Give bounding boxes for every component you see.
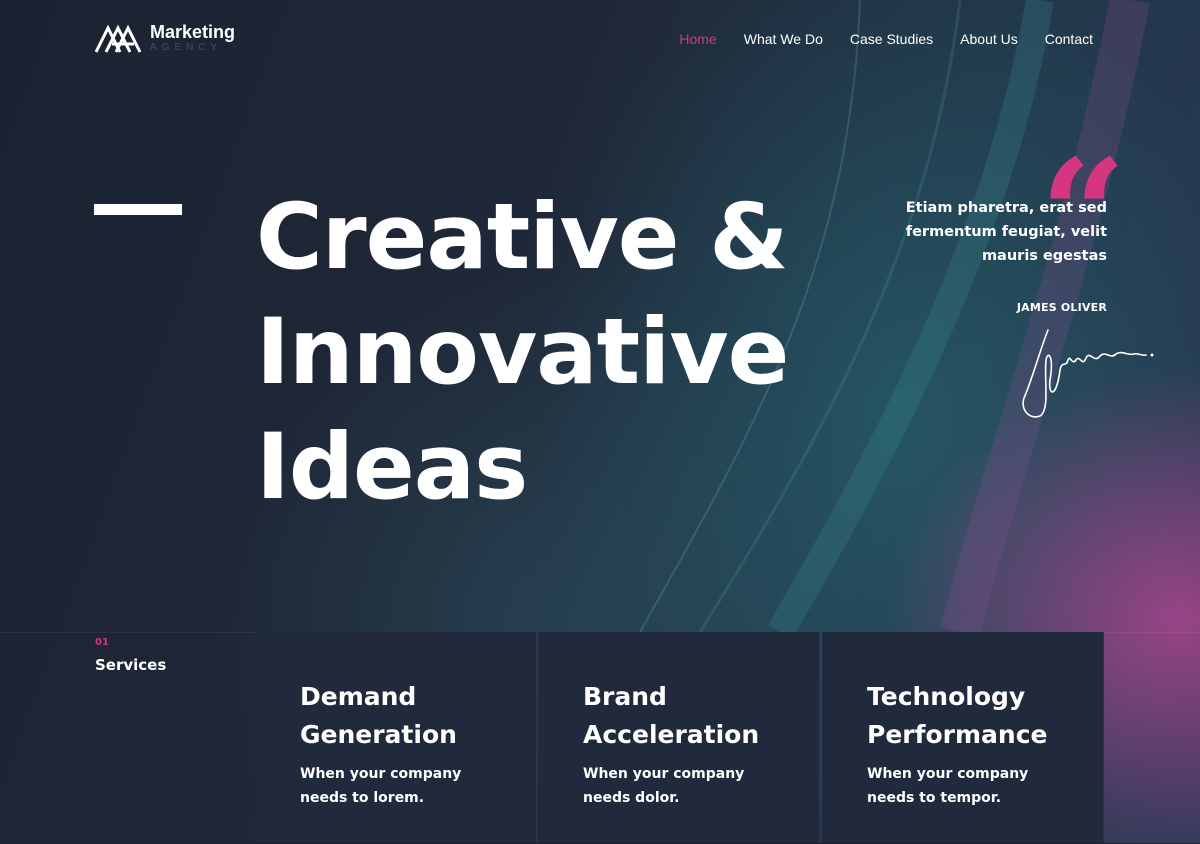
nav-what-we-do[interactable]: What We Do — [744, 30, 823, 48]
service-card-title: Technology Performance — [867, 682, 1048, 749]
nav-contact[interactable]: Contact — [1045, 30, 1093, 48]
logo-icon — [94, 24, 142, 53]
brand-logo[interactable]: Marketing AGENCY — [94, 22, 235, 54]
service-card-description: When your company needs dolor. — [583, 766, 745, 806]
signature-image — [1022, 329, 1154, 418]
service-card-demand-generation[interactable]: Demand Generation When your company need… — [255, 632, 537, 843]
quote-text: Etiam pharetra, erat sed fermentum feugi… — [905, 200, 1107, 264]
service-card-description: When your company needs to tempor. — [867, 766, 1029, 806]
main-nav: Home What We Do Case Studies About Us Co… — [679, 30, 1093, 48]
hero-accent-bar — [94, 204, 182, 215]
service-card-title: Demand Generation — [300, 682, 457, 749]
services-number: 01 — [95, 637, 109, 648]
services-heading: Services — [95, 656, 167, 674]
nav-about-us[interactable]: About Us — [960, 30, 1018, 48]
service-card-title: Brand Acceleration — [583, 682, 760, 749]
service-card-technology-performance[interactable]: Technology Performance When your company… — [822, 632, 1104, 843]
nav-case-studies[interactable]: Case Studies — [850, 30, 933, 48]
service-card-description: When your company needs to lorem. — [300, 766, 462, 806]
hero-title: Creative & Innovative Ideas — [256, 185, 789, 520]
brand-name: Marketing — [150, 22, 236, 42]
service-card-brand-acceleration[interactable]: Brand Acceleration When your company nee… — [538, 632, 820, 843]
brand-subtitle: AGENCY — [150, 42, 223, 53]
nav-home[interactable]: Home — [679, 30, 716, 48]
quote-author: JAMES OLIVER — [1016, 301, 1107, 314]
